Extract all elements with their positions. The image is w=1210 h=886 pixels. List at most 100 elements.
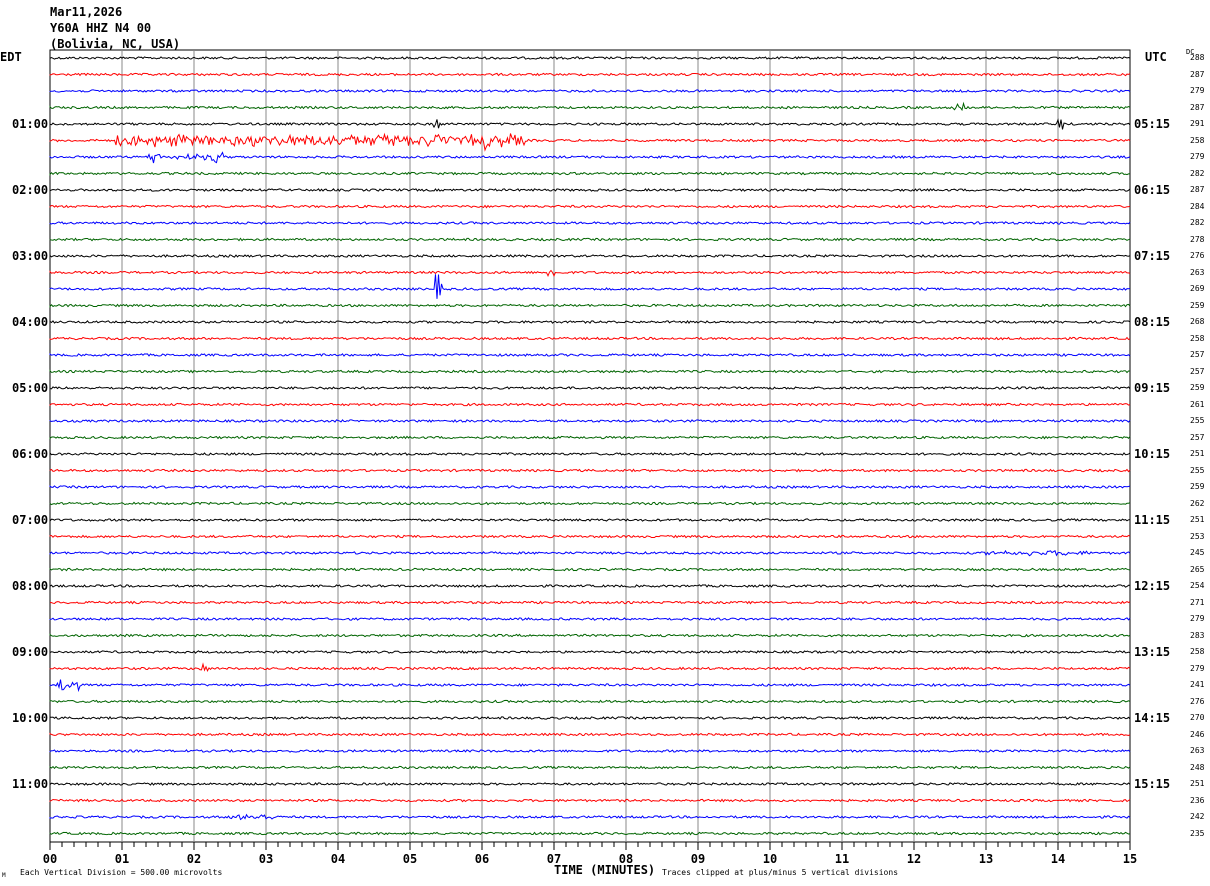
- dc-offset-label: 255: [1190, 416, 1204, 425]
- dc-offset-label: 248: [1190, 763, 1204, 772]
- seismic-trace: [50, 73, 1130, 75]
- seismic-trace: [50, 502, 1130, 504]
- dc-offset-label: 251: [1190, 449, 1204, 458]
- seismic-trace: [50, 519, 1130, 521]
- seismic-trace: [50, 535, 1130, 537]
- helicorder-plot: [0, 0, 1210, 886]
- dc-offset-label: 258: [1190, 136, 1204, 145]
- seismic-trace: [50, 189, 1130, 191]
- dc-offset-label: 245: [1190, 548, 1204, 557]
- seismic-trace: [50, 601, 1130, 603]
- dc-offset-label: 276: [1190, 251, 1204, 260]
- dc-offset-label: 259: [1190, 301, 1204, 310]
- dc-offset-label: 287: [1190, 103, 1204, 112]
- seismic-trace: [50, 680, 1130, 691]
- seismic-trace: [50, 832, 1130, 834]
- x-tick-label: 03: [259, 852, 273, 866]
- seismic-trace: [50, 134, 1130, 151]
- right-hour-label: 05:15: [1134, 117, 1170, 131]
- seismic-trace: [50, 815, 1130, 820]
- seismic-trace: [50, 634, 1130, 636]
- corner-mark: M: [2, 872, 6, 879]
- x-tick-label: 10: [763, 852, 777, 866]
- dc-offset-label: 257: [1190, 350, 1204, 359]
- dc-offset-label: 257: [1190, 367, 1204, 376]
- seismic-trace: [50, 255, 1130, 257]
- dc-offset-label: 263: [1190, 268, 1204, 277]
- dc-offset-label: 287: [1190, 185, 1204, 194]
- left-hour-label: 11:00: [12, 777, 48, 791]
- left-hour-label: 06:00: [12, 447, 48, 461]
- seismic-trace: [50, 172, 1130, 174]
- dc-offset-label: 269: [1190, 284, 1204, 293]
- right-hour-label: 08:15: [1134, 315, 1170, 329]
- dc-offset-label: 276: [1190, 697, 1204, 706]
- dc-offset-label: 278: [1190, 235, 1204, 244]
- dc-offset-label: 258: [1190, 647, 1204, 656]
- left-hour-label: 05:00: [12, 381, 48, 395]
- seismic-trace: [50, 403, 1130, 405]
- dc-offset-label: 279: [1190, 614, 1204, 623]
- seismic-trace: [50, 354, 1130, 356]
- seismic-trace: [50, 783, 1130, 785]
- left-hour-label: 09:00: [12, 645, 48, 659]
- dc-offset-label: 268: [1190, 317, 1204, 326]
- dc-offset-label: 259: [1190, 482, 1204, 491]
- x-tick-label: 05: [403, 852, 417, 866]
- dc-offset-label: 262: [1190, 499, 1204, 508]
- seismic-trace: [50, 700, 1130, 702]
- right-hour-label: 12:15: [1134, 579, 1170, 593]
- dc-offset-label: 282: [1190, 169, 1204, 178]
- x-tick-label: 06: [475, 852, 489, 866]
- dc-offset-label: 270: [1190, 713, 1204, 722]
- dc-offset-label: 271: [1190, 598, 1204, 607]
- x-tick-label: 09: [691, 852, 705, 866]
- left-hour-label: 03:00: [12, 249, 48, 263]
- dc-offset-label: 258: [1190, 334, 1204, 343]
- left-hour-label: 08:00: [12, 579, 48, 593]
- dc-offset-label: 261: [1190, 400, 1204, 409]
- dc-offset-label: 254: [1190, 581, 1204, 590]
- seismic-trace: [50, 469, 1130, 471]
- seismic-trace: [50, 551, 1130, 556]
- seismic-trace: [50, 321, 1130, 323]
- left-hour-label: 02:00: [12, 183, 48, 197]
- seismic-trace: [50, 222, 1130, 224]
- seismic-trace: [50, 750, 1130, 752]
- seismic-trace: [50, 733, 1130, 735]
- seismic-trace: [50, 274, 1130, 299]
- dc-offset-label: 284: [1190, 202, 1204, 211]
- right-hour-label: 09:15: [1134, 381, 1170, 395]
- seismic-trace: [50, 104, 1130, 110]
- dc-offset-label: 291: [1190, 119, 1204, 128]
- seismic-trace: [50, 153, 1130, 164]
- seismic-trace: [50, 799, 1130, 801]
- dc-offset-label: 279: [1190, 86, 1204, 95]
- x-tick-label: 01: [115, 852, 129, 866]
- seismic-trace: [50, 453, 1130, 455]
- right-hour-label: 07:15: [1134, 249, 1170, 263]
- dc-offset-label: 259: [1190, 383, 1204, 392]
- dc-offset-label: 263: [1190, 746, 1204, 755]
- dc-offset-label: 253: [1190, 532, 1204, 541]
- right-hour-label: 10:15: [1134, 447, 1170, 461]
- dc-offset-label: 287: [1190, 70, 1204, 79]
- dc-offset-label: 235: [1190, 829, 1204, 838]
- left-hour-label: 10:00: [12, 711, 48, 725]
- seismic-trace: [50, 766, 1130, 768]
- x-tick-label: 00: [43, 852, 57, 866]
- x-tick-label: 15: [1123, 852, 1137, 866]
- seismic-trace: [50, 119, 1130, 129]
- right-hour-label: 14:15: [1134, 711, 1170, 725]
- seismic-trace: [50, 420, 1130, 422]
- x-tick-label: 02: [187, 852, 201, 866]
- right-hour-label: 11:15: [1134, 513, 1170, 527]
- dc-offset-label: 236: [1190, 796, 1204, 805]
- seismic-trace: [50, 337, 1130, 339]
- seismic-trace: [50, 568, 1130, 570]
- dc-offset-label: 255: [1190, 466, 1204, 475]
- dc-offset-label: 288: [1190, 53, 1204, 62]
- seismic-trace: [50, 651, 1130, 653]
- right-hour-label: 13:15: [1134, 645, 1170, 659]
- dc-offset-label: 246: [1190, 730, 1204, 739]
